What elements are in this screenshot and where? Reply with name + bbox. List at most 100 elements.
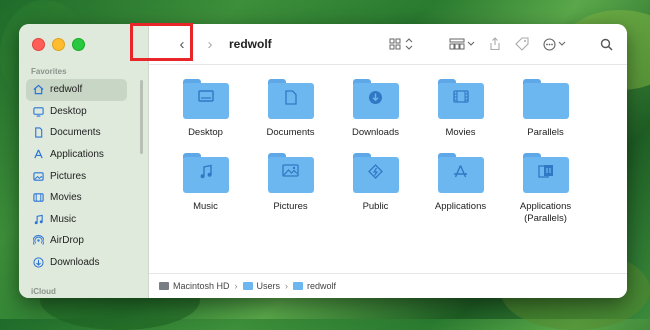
zoom-button[interactable] — [72, 38, 85, 51]
applications-icon — [454, 165, 467, 178]
folder-item-applications-parallels[interactable]: Applications (Parallels) — [503, 153, 588, 225]
document-icon — [32, 127, 44, 139]
sidebar-item-label: Documents — [50, 127, 101, 139]
movies-icon — [452, 90, 469, 103]
home-folder-icon — [293, 282, 304, 290]
sidebar-item-pictures[interactable]: Pictures — [26, 165, 127, 187]
toolbar: ‹ › redwolf — [149, 24, 627, 65]
folder-label: Public — [362, 201, 389, 212]
chevron-down-icon — [558, 41, 566, 47]
folder-icon — [352, 153, 399, 193]
share-button[interactable] — [489, 37, 501, 51]
folder-label: Applications (Parallels) — [519, 201, 572, 224]
applications-icon — [32, 149, 44, 161]
folder-item-desktop[interactable]: Desktop — [163, 79, 248, 139]
tag-button[interactable] — [515, 37, 529, 51]
sidebar-item-label: Desktop — [50, 105, 87, 117]
sidebar-item-label: redwolf — [50, 84, 83, 96]
music-icon — [32, 213, 44, 225]
toolbar-actions — [389, 24, 613, 64]
downloads-icon — [369, 91, 382, 104]
path-segment-macintosh-hd[interactable]: Macintosh HD — [173, 281, 230, 291]
chevron-left-icon: ‹ — [179, 35, 185, 53]
back-button[interactable]: ‹ — [171, 33, 193, 55]
folder-icon — [242, 282, 253, 290]
sidebar-section-favorites: Favorites — [31, 67, 67, 76]
parallels-apps-icon — [537, 165, 553, 178]
folder-item-music[interactable]: Music — [163, 153, 248, 225]
sidebar-item-movies[interactable]: Movies — [26, 187, 127, 209]
folder-label: Music — [193, 201, 218, 212]
tag-icon — [515, 37, 529, 51]
downloads-icon — [32, 257, 44, 269]
folder-icon — [352, 79, 399, 119]
home-icon — [32, 84, 44, 96]
folder-label: Applications — [434, 201, 487, 212]
sidebar-list: redwolf Desktop Documents Applications P… — [26, 79, 127, 273]
desktop-icon — [197, 90, 214, 102]
folder-item-parallels[interactable]: Parallels — [503, 79, 588, 139]
sidebar-item-redwolf[interactable]: redwolf — [26, 79, 127, 101]
ellipsis-circle-icon — [543, 37, 556, 51]
icon-view-button[interactable] — [389, 38, 401, 50]
desktop-icon — [32, 105, 44, 117]
sidebar: Favorites redwolf Desktop Documents Appl… — [19, 24, 149, 298]
window-title: redwolf — [229, 37, 272, 51]
folder-icon — [182, 153, 229, 193]
chevron-right-icon: › — [207, 35, 213, 53]
group-button[interactable] — [449, 38, 465, 50]
path-segment-redwolf[interactable]: redwolf — [307, 281, 336, 291]
share-icon — [490, 37, 500, 51]
pictures-icon — [282, 164, 299, 177]
hard-drive-icon — [159, 282, 169, 290]
sidebar-item-label: Music — [50, 213, 77, 225]
sidebar-item-downloads[interactable]: Downloads — [26, 252, 127, 274]
path-segment-users[interactable]: Users — [257, 281, 281, 291]
folder-item-pictures[interactable]: Pictures — [248, 153, 333, 225]
grid-view-icon — [389, 38, 401, 50]
search-icon — [600, 38, 613, 51]
folder-label: Downloads — [352, 127, 399, 138]
forward-button[interactable]: › — [199, 33, 221, 55]
airdrop-icon — [32, 235, 44, 247]
search-button[interactable] — [600, 38, 613, 51]
sort-icon[interactable] — [405, 38, 413, 50]
folder-label: Documents — [266, 127, 315, 138]
folder-label: Pictures — [273, 201, 308, 212]
finder-window: Favorites redwolf Desktop Documents Appl… — [19, 24, 627, 298]
sidebar-item-label: Pictures — [50, 170, 87, 182]
sidebar-item-music[interactable]: Music — [26, 209, 127, 231]
minimize-button[interactable] — [52, 38, 65, 51]
sidebar-item-label: AirDrop — [50, 235, 84, 247]
close-button[interactable] — [32, 38, 45, 51]
folder-item-public[interactable]: Public — [333, 153, 418, 225]
sidebar-section-icloud: iCloud — [31, 287, 56, 296]
folder-item-downloads[interactable]: Downloads — [333, 79, 418, 139]
sidebar-item-airdrop[interactable]: AirDrop — [26, 230, 127, 252]
sidebar-item-applications[interactable]: Applications — [26, 144, 127, 166]
folder-icon — [267, 153, 314, 193]
sidebar-item-documents[interactable]: Documents — [26, 122, 127, 144]
group-icon — [449, 38, 465, 50]
path-bar: Macintosh HD › Users › redwolf — [149, 273, 627, 298]
pictures-icon — [32, 170, 44, 182]
folder-label: Desktop — [188, 127, 223, 138]
music-icon — [200, 164, 212, 179]
movies-icon — [32, 192, 44, 204]
folder-grid: Desktop Documents Downloads Movies Paral… — [163, 79, 588, 225]
chevron-down-icon — [467, 41, 475, 47]
more-button[interactable] — [543, 37, 556, 51]
folder-icon — [522, 153, 569, 193]
folder-label: Parallels — [527, 127, 564, 138]
folder-item-applications[interactable]: Applications — [418, 153, 503, 225]
folder-item-movies[interactable]: Movies — [418, 79, 503, 139]
sidebar-item-label: Movies — [50, 192, 82, 204]
folder-item-documents[interactable]: Documents — [248, 79, 333, 139]
folder-icon — [437, 79, 484, 119]
window-controls — [32, 38, 85, 51]
path-separator: › — [285, 281, 289, 291]
folder-icon — [522, 79, 569, 119]
sidebar-item-desktop[interactable]: Desktop — [26, 101, 127, 123]
folder-label: Movies — [445, 127, 476, 138]
sidebar-scrollbar[interactable] — [140, 80, 143, 154]
